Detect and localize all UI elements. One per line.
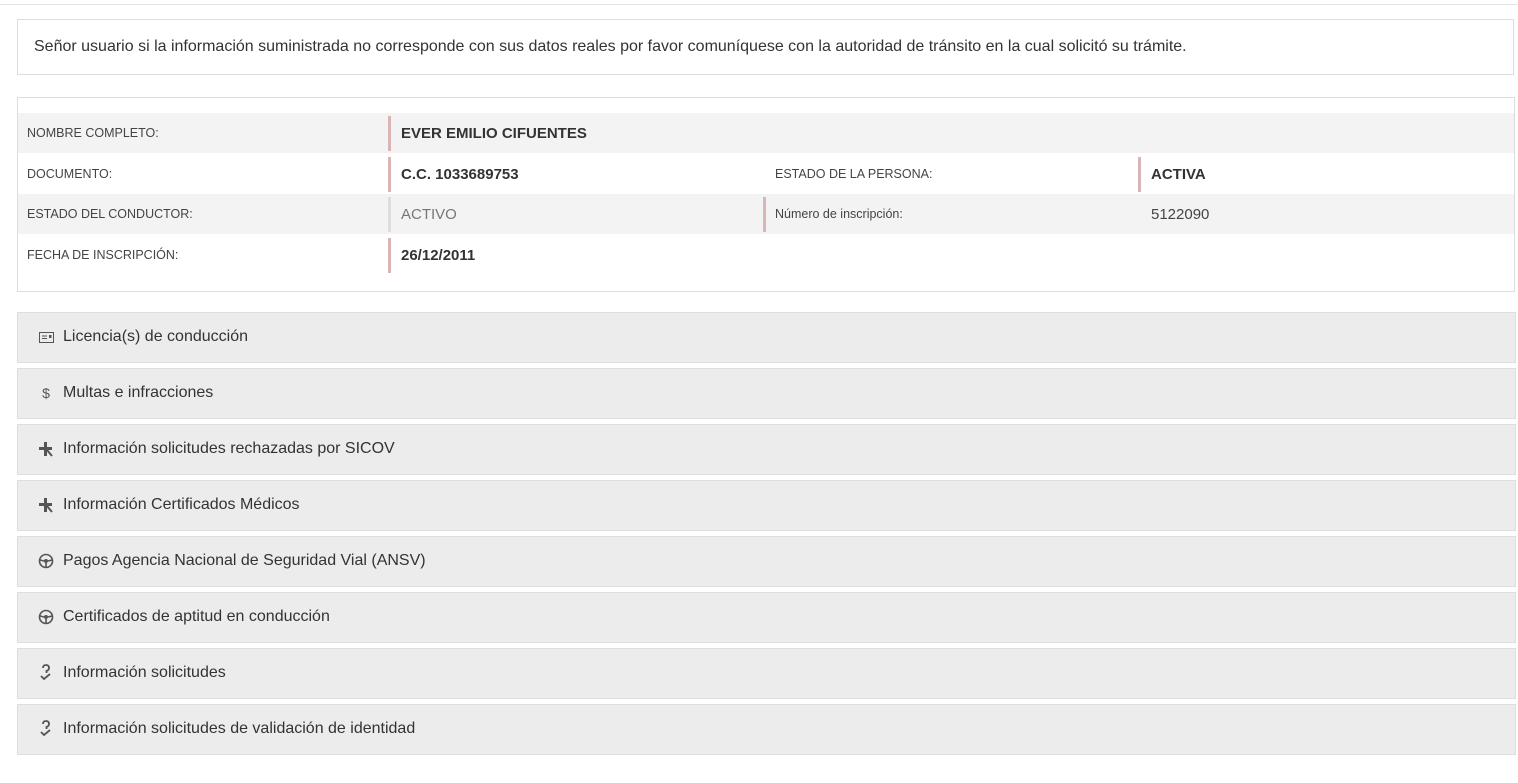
dollar-icon: $: [42, 385, 50, 401]
top-divider: [0, 4, 1518, 5]
info-row-name: NOMBRE COMPLETO: EVER EMILIO CIFUENTES: [18, 113, 1514, 153]
name-value: EVER EMILIO CIFUENTES: [388, 116, 587, 151]
section-label: Información solicitudes de validación de…: [63, 720, 416, 737]
document-value: C.C. 1033689753: [388, 157, 519, 192]
section-label: Certificados de aptitud en conducción: [63, 608, 330, 625]
name-label: NOMBRE COMPLETO:: [27, 126, 159, 140]
registration-date-value: 26/12/2011: [388, 238, 475, 273]
section-rechazadas-sicov[interactable]: Información solicitudes rechazadas por S…: [17, 424, 1516, 475]
id-card-icon: [36, 327, 56, 347]
person-state-label: ESTADO DE LA PERSONA:: [775, 167, 933, 181]
driver-state-value: ACTIVO: [388, 197, 457, 232]
steering-wheel-icon: [36, 607, 56, 627]
section-label: Información solicitudes: [63, 664, 226, 681]
registration-number-value: 5122090: [1151, 206, 1210, 223]
section-solicitudes[interactable]: Información solicitudes: [17, 648, 1516, 699]
section-certificados-medicos[interactable]: Información Certificados Médicos: [17, 480, 1516, 531]
document-label: DOCUMENTO:: [27, 167, 113, 181]
section-licencias[interactable]: Licencia(s) de conducción: [17, 312, 1516, 363]
notice-panel: Señor usuario si la información suminist…: [17, 19, 1514, 75]
section-label: Multas e infracciones: [63, 384, 214, 401]
page: Señor usuario si la información suminist…: [0, 0, 1518, 783]
person-state-value: ACTIVA: [1138, 157, 1206, 192]
info-row-registration-date: FECHA DE INSCRIPCIÓN: 26/12/2011: [18, 235, 1514, 275]
registration-number-label: Número de inscripción:: [775, 207, 903, 221]
section-label: Pagos Agencia Nacional de Seguridad Vial…: [63, 552, 426, 569]
registration-date-label: FECHA DE INSCRIPCIÓN:: [27, 248, 179, 262]
section-pagos-ansv[interactable]: Pagos Agencia Nacional de Seguridad Vial…: [17, 536, 1516, 587]
accordion-sections: Licencia(s) de conducción $ Multas e inf…: [17, 312, 1516, 760]
section-certificados-aptitud[interactable]: Certificados de aptitud en conducción: [17, 592, 1516, 643]
question-check-icon: [36, 719, 56, 739]
info-row-driver: ESTADO DEL CONDUCTOR: ACTIVO Número de i…: [18, 194, 1514, 234]
driver-state-label: ESTADO DEL CONDUCTOR:: [27, 207, 193, 221]
section-validacion-identidad[interactable]: Información solicitudes de validación de…: [17, 704, 1516, 755]
section-multas[interactable]: $ Multas e infracciones: [17, 368, 1516, 419]
notice-text: Señor usuario si la información suminist…: [34, 38, 1187, 55]
info-row-document: DOCUMENTO: C.C. 1033689753 ESTADO DE LA …: [18, 154, 1514, 194]
steering-wheel-icon: [36, 551, 56, 571]
question-check-icon: [36, 663, 56, 683]
column-separator: [763, 197, 766, 232]
section-label: Información solicitudes rechazadas por S…: [63, 440, 395, 457]
plus-slash-icon: [36, 439, 56, 459]
person-info-panel: NOMBRE COMPLETO: EVER EMILIO CIFUENTES D…: [17, 97, 1515, 292]
plus-slash-icon: [36, 495, 56, 515]
section-label: Licencia(s) de conducción: [63, 328, 248, 345]
section-label: Información Certificados Médicos: [63, 496, 300, 513]
